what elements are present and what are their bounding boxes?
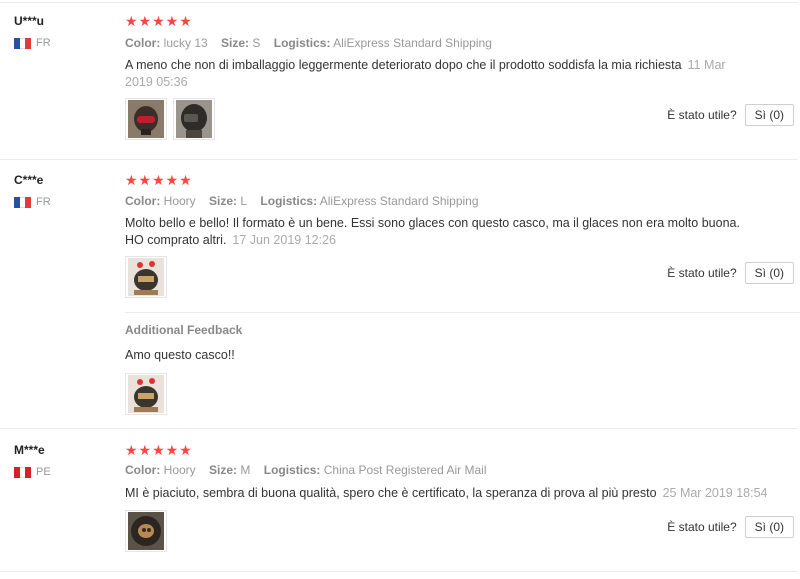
france-flag-icon (14, 196, 32, 208)
peru-flag-icon (14, 466, 32, 478)
review-photo-thumbnail[interactable] (125, 256, 167, 298)
review-text: MI è piaciuto, sembra di buona qualità, … (125, 485, 785, 502)
helpful-yes-button[interactable]: Sì (0) (744, 516, 794, 538)
color-label: Color: (125, 194, 161, 208)
additional-feedback-title: Additional Feedback (125, 323, 243, 337)
review-body: A meno che non di imballaggio leggerment… (125, 58, 682, 72)
user-country: PE (14, 466, 51, 478)
review-text: A meno che non di imballaggio leggerment… (125, 57, 755, 91)
review-photo-thumbnail[interactable] (125, 373, 167, 415)
helmet-photo-icon (128, 512, 164, 550)
star-rating: ★★★★★ (125, 442, 193, 458)
country-code: FR (36, 37, 51, 49)
review-meta: Color: Hoory Size: L Logistics: AliExpre… (125, 194, 479, 208)
helpful-label: È stato utile? (667, 520, 737, 534)
user-name: C***e (14, 173, 44, 187)
divider (0, 428, 798, 429)
country-code: FR (36, 196, 51, 208)
logistics-label: Logistics: (273, 36, 331, 50)
color-label: Color: (125, 463, 161, 477)
review-photo-thumbnail[interactable] (125, 98, 167, 140)
review-date: 17 Jun 2019 12:26 (232, 233, 336, 247)
size-label: Size: (221, 36, 250, 50)
helmet-photo-icon (128, 258, 164, 296)
logistics-label: Logistics: (260, 194, 318, 208)
helmet-photo-icon (128, 100, 164, 138)
helpful-label: È stato utile? (667, 266, 737, 280)
review-photo-thumbnail[interactable] (173, 98, 215, 140)
review-photos (125, 510, 167, 552)
color-value: Hoory (163, 463, 196, 477)
logistics-value: AliExpress Standard Shipping (319, 194, 479, 208)
user-country: FR (14, 37, 51, 49)
helpful-row: È stato utile? Sì (0) (667, 516, 794, 538)
helmet-photo-icon (128, 375, 164, 413)
logistics-value: AliExpress Standard Shipping (333, 36, 492, 50)
review-date: 25 Mar 2019 18:54 (662, 486, 768, 500)
divider (0, 159, 798, 160)
review-body: MI è piaciuto, sembra di buona qualità, … (125, 486, 657, 500)
helmet-photo-icon (176, 100, 212, 138)
logistics-label: Logistics: (263, 463, 321, 477)
review-meta: Color: lucky 13 Size: S Logistics: AliEx… (125, 36, 492, 50)
review-text: Molto bello e bello! Il formato è un ben… (125, 215, 755, 249)
feedback-divider (125, 312, 800, 313)
size-label: Size: (209, 463, 238, 477)
helpful-row: È stato utile? Sì (0) (667, 104, 794, 126)
size-value: M (240, 463, 251, 477)
country-code: PE (36, 466, 51, 478)
logistics-value: China Post Registered Air Mail (323, 463, 487, 477)
color-value: lucky 13 (163, 36, 208, 50)
review-photos (125, 98, 215, 140)
helpful-label: È stato utile? (667, 108, 737, 122)
color-label: Color: (125, 36, 161, 50)
helpful-yes-button[interactable]: Sì (0) (744, 104, 794, 126)
size-value: S (252, 36, 261, 50)
user-name: M***e (14, 443, 45, 457)
helpful-row: È stato utile? Sì (0) (667, 262, 794, 284)
user-name: U***u (14, 14, 45, 28)
color-value: Hoory (163, 194, 196, 208)
helpful-yes-button[interactable]: Sì (0) (744, 262, 794, 284)
star-rating: ★★★★★ (125, 13, 193, 29)
review-photos (125, 256, 167, 298)
review-body: Molto bello e bello! Il formato è un ben… (125, 216, 740, 247)
france-flag-icon (14, 37, 32, 49)
divider (0, 571, 798, 572)
size-value: L (240, 194, 248, 208)
size-label: Size: (209, 194, 238, 208)
user-country: FR (14, 196, 51, 208)
review-meta: Color: Hoory Size: M Logistics: China Po… (125, 463, 487, 477)
additional-feedback-photos (125, 373, 167, 415)
review-photo-thumbnail[interactable] (125, 510, 167, 552)
star-rating: ★★★★★ (125, 172, 193, 188)
divider (0, 2, 798, 3)
additional-feedback-text: Amo questo casco!! (125, 348, 235, 362)
